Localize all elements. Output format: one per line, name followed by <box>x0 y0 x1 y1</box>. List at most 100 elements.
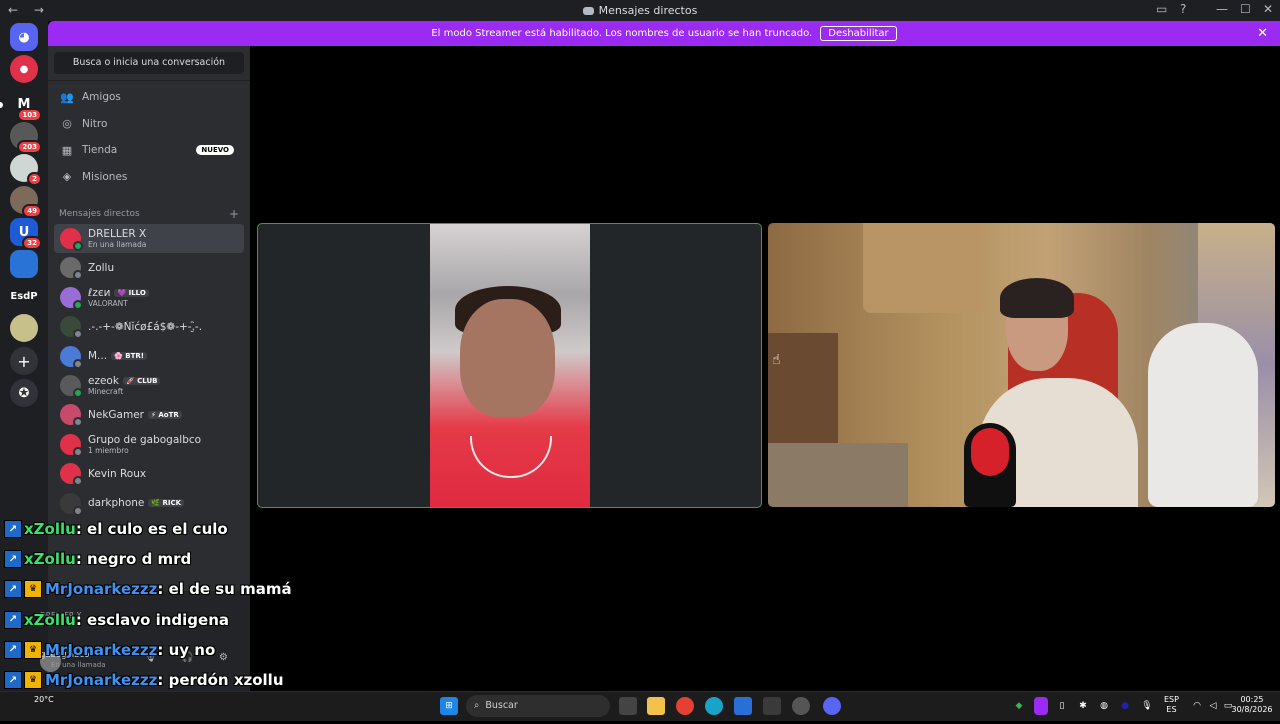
tray-app-icon[interactable]: ● <box>1118 697 1132 715</box>
dm-item[interactable]: ℓzєи 💜 ILLO VALORANT <box>54 283 244 312</box>
server-icon[interactable]: U 32 <box>10 218 42 250</box>
nav-item-nitro[interactable]: ◎ Nitro <box>54 112 244 136</box>
dm-item[interactable]: Grupo de gabogalbco 1 miembro <box>54 430 244 459</box>
taskbar-search[interactable]: ⌕ Buscar <box>466 695 610 717</box>
chat-text: : uy no <box>157 640 216 659</box>
gear-icon[interactable]: ⚙ <box>219 652 228 663</box>
dm-name-row: Grupo de gabogalbco <box>88 434 201 446</box>
bluetooth-icon[interactable]: ✱ <box>1076 697 1090 715</box>
hand-cursor-icon: ☝ <box>772 352 781 368</box>
nav-item-tienda[interactable]: ▦ Tienda NUEVO <box>54 138 244 162</box>
server-icon[interactable] <box>10 250 38 278</box>
dm-item[interactable]: darkphone 🌿 RICK <box>54 489 244 518</box>
tray-app-icon[interactable]: ◆ <box>1012 697 1026 715</box>
time: 00:25 <box>1240 695 1264 704</box>
avatar <box>60 492 83 516</box>
status-indicator <box>73 446 83 457</box>
dm-item[interactable]: Kevin Roux <box>54 459 244 488</box>
language-indicator[interactable]: ESP ES <box>1164 695 1179 715</box>
chat-message: ↗ xZollu : el culo es el culo <box>4 515 228 543</box>
inbox-icon[interactable]: ▭ <box>1156 2 1167 16</box>
file-explorer-icon[interactable] <box>647 697 665 715</box>
add-server-button[interactable]: + <box>10 347 38 375</box>
server-tag: ⚡ AoTR <box>147 410 182 419</box>
search-icon: ⌕ <box>474 700 480 711</box>
chrome-icon[interactable] <box>676 697 694 715</box>
camera-feed-detail <box>460 299 555 417</box>
search-label: Buscar <box>485 700 518 711</box>
edge-icon[interactable] <box>705 697 723 715</box>
minimize-button[interactable]: — <box>1216 2 1228 16</box>
discover-button[interactable]: ✪ <box>10 379 38 407</box>
crown-icon: ♛ <box>24 640 42 659</box>
clock[interactable]: 00:25 30/8/2026 <box>1230 695 1274 715</box>
dm-name-row: .-.-+-❁Ńĭćø£á$❁-+-.̮̑-. <box>88 321 202 333</box>
task-view-icon[interactable] <box>619 697 637 715</box>
nav-item-amigos[interactable]: 👥 Amigos <box>54 85 244 109</box>
chat-username: MrJonarkezzz <box>45 640 158 659</box>
server-icon[interactable]: M 103 <box>10 90 42 122</box>
dm-text: Grupo de gabogalbco 1 miembro <box>88 434 201 455</box>
camera-feed-detail <box>1148 323 1258 507</box>
dm-subtitle: En una llamada <box>88 240 147 249</box>
server-icon[interactable]: 49 <box>10 186 42 218</box>
help-icon[interactable]: ? <box>1180 2 1186 16</box>
status-indicator <box>73 358 83 369</box>
dm-item[interactable]: .-.-+-❁Ńĭćø£á$❁-+-.̮̑-. <box>54 312 244 341</box>
nav-item-misiones[interactable]: ◈ Misiones <box>54 165 244 189</box>
dm-subtitle: VALORANT <box>88 298 128 308</box>
dm-item[interactable]: M... 🌸 BTR! <box>54 342 244 371</box>
store-icon[interactable] <box>763 697 781 715</box>
dm-name-row: NekGamer ⚡ AoTR <box>88 409 182 421</box>
dm-item[interactable]: DRELLER X En una llamada <box>54 224 244 253</box>
dm-name-row: darkphone 🌿 RICK <box>88 497 185 509</box>
chat-username: MrJonarkezzz <box>45 671 158 689</box>
user-avatar-server[interactable]: ● <box>10 55 38 83</box>
mention-badge: 32 <box>22 236 42 250</box>
disable-streamer-button[interactable]: Deshabilitar <box>820 26 897 41</box>
start-button[interactable]: ⊞ <box>440 697 458 715</box>
mail-icon[interactable] <box>734 697 752 715</box>
weather[interactable]: 20°C <box>34 695 54 704</box>
server-icon[interactable]: 203 <box>10 122 42 154</box>
dm-item[interactable]: NekGamer ⚡ AoTR <box>54 400 244 429</box>
tray-app-icon[interactable] <box>1034 697 1048 715</box>
dm-name: Grupo de gabogalbco <box>88 433 202 446</box>
chat-username: xZollu <box>24 520 76 538</box>
close-icon[interactable]: ✕ <box>1257 26 1268 41</box>
crown-icon: ♛ <box>24 671 42 689</box>
tray-app-icon[interactable]: ◍ <box>1097 697 1111 715</box>
app-icon[interactable] <box>792 697 810 715</box>
chat-message: ↗ ♛ MrJonarkezzz : perdón xzollu <box>4 666 284 694</box>
discord-taskbar-icon[interactable] <box>823 697 841 715</box>
avatar <box>60 286 83 310</box>
search-button[interactable]: Busca o inicia una conversación <box>54 52 244 74</box>
server-icon[interactable] <box>10 314 38 342</box>
camera-feed-detail <box>1000 278 1074 318</box>
dm-item[interactable]: ezeok 🚀 CLUB Minecraft <box>54 371 244 400</box>
video-tile-self[interactable] <box>768 223 1275 507</box>
window-title-text: Mensajes directos <box>598 4 698 17</box>
close-button[interactable]: ✕ <box>1263 2 1273 16</box>
avatar: ● <box>19 63 29 75</box>
dm-text: M... 🌸 BTR! <box>88 350 147 362</box>
tray-app-icon[interactable]: ▯ <box>1055 697 1069 715</box>
dm-name-row: M... 🌸 BTR! <box>88 350 147 362</box>
maximize-button[interactable]: ☐ <box>1240 2 1251 16</box>
volume-icon[interactable]: ◁ <box>1206 697 1220 715</box>
home-button[interactable]: ◕ <box>10 23 38 51</box>
quests-icon: ◈ <box>62 170 72 183</box>
server-icon[interactable]: EsdP <box>10 282 38 310</box>
server-tag: 🌸 BTR! <box>111 352 147 361</box>
chat-text: : negro d mrd <box>75 550 192 569</box>
streamer-mode-banner: El modo Streamer está habilitado. Los no… <box>48 21 1280 46</box>
windows-icon: ⊞ <box>445 701 453 711</box>
create-dm-button[interactable]: + <box>229 207 239 221</box>
dm-text: .-.-+-❁Ńĭćø£á$❁-+-.̮̑-. <box>88 321 202 333</box>
dm-name: ℓzєи <box>88 286 111 299</box>
dm-item[interactable]: Zollu <box>54 253 244 282</box>
microphone-tray-icon[interactable]: 🎙 <box>1140 697 1154 715</box>
wifi-icon[interactable]: ◠ <box>1190 697 1204 715</box>
server-icon[interactable]: 2 <box>10 154 42 186</box>
video-tile-dreller[interactable] <box>257 223 762 508</box>
